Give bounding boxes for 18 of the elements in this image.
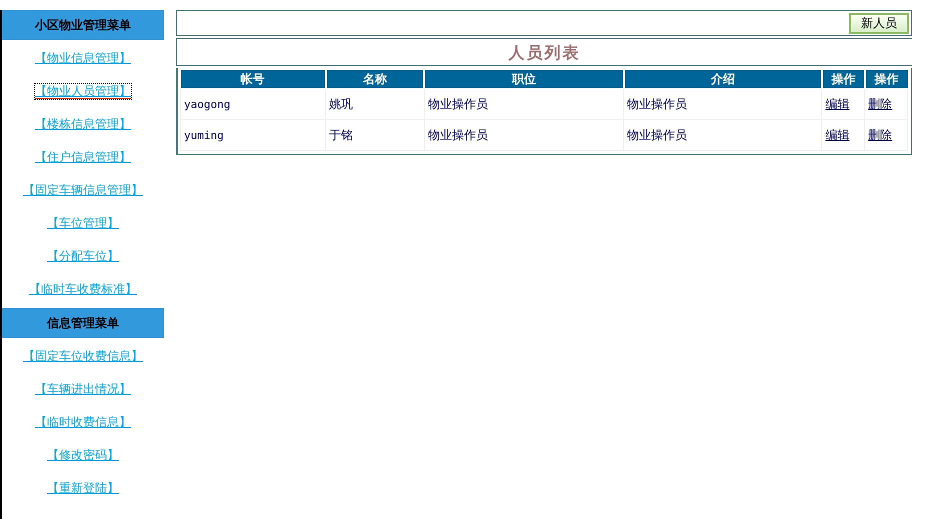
column-header: 职位 xyxy=(424,70,624,88)
column-header: 帐号 xyxy=(180,70,326,88)
column-header: 操作 xyxy=(822,70,865,88)
new-person-button[interactable]: 新人员 xyxy=(849,12,909,34)
list-title: 人员列表 xyxy=(176,38,912,66)
table-cell: 于铭 xyxy=(326,120,424,150)
column-header: 介绍 xyxy=(624,70,822,88)
table-cell: 物业操作员 xyxy=(424,120,624,150)
table-cell: 物业操作员 xyxy=(424,88,624,120)
menu-header: 信息管理菜单 xyxy=(2,308,164,338)
table-cell: 姚巩 xyxy=(326,88,424,120)
table-cell: 物业操作员 xyxy=(624,120,822,150)
column-header: 名称 xyxy=(326,70,424,88)
table-cell: 物业操作员 xyxy=(624,88,822,120)
table-cell: yaogong xyxy=(180,88,326,120)
column-header: 操作 xyxy=(864,70,908,88)
menu-header: 小区物业管理菜单 xyxy=(2,10,164,40)
table-cell: yuming xyxy=(180,120,326,150)
